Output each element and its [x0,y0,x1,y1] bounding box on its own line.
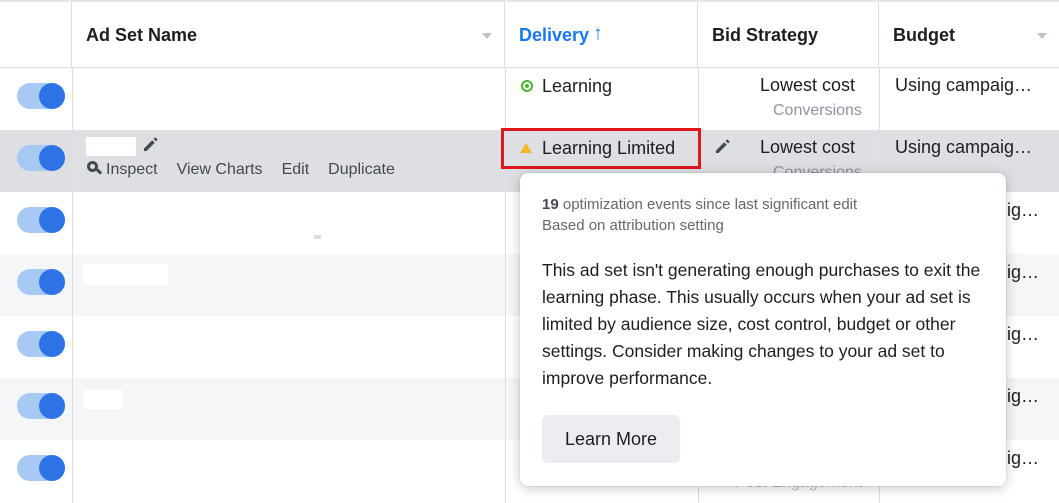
budget-value: ig… [1007,448,1040,468]
header-delivery-label: Delivery [519,24,590,45]
learning-limited-tooltip: 19 optimization events since last signif… [520,173,1006,486]
header-ad-set-name-label: Ad Set Name [86,24,198,45]
ad-set-toggle[interactable] [17,207,65,233]
header-toggle-column [0,2,72,68]
budget-value: Using campaig… [895,75,1033,95]
toggle-knob [39,393,65,419]
column-divider [72,68,73,503]
chevron-down-icon[interactable] [1037,33,1047,39]
toggle-knob [39,83,65,109]
redacted-ad-set-name [86,137,136,156]
edit-pencil-icon[interactable] [714,137,732,155]
chevron-down-icon[interactable] [482,33,492,39]
row-actions: Inspect View Charts Edit Duplicate [86,160,414,179]
ad-set-toggle[interactable] [17,455,65,481]
edit-link[interactable]: Edit [282,161,310,179]
events-count: 19 [542,196,559,213]
bid-strategy-value: Lowest cost [760,137,856,157]
budget-value: Using campaig… [895,137,1033,157]
attribution-text: Based on attribution setting [542,217,724,234]
header-budget[interactable]: Budget [879,2,1059,68]
highlight-annotation [501,128,701,169]
optimization-events-text: 19 optimization events since last signif… [542,196,857,213]
bid-strategy-sub: Conversions [773,102,862,119]
redacted-ad-set-name [83,264,168,285]
inspect-link[interactable]: Inspect [86,160,158,179]
header-delivery[interactable]: Delivery ↑ [505,2,698,68]
ad-set-toggle[interactable] [17,269,65,295]
ad-set-toggle[interactable] [17,331,65,357]
view-charts-link[interactable]: View Charts [177,161,263,179]
toggle-knob [39,207,65,233]
learning-status-icon [521,80,533,92]
budget-value: ig… [1007,200,1040,220]
bid-strategy-value: Lowest cost [760,75,856,95]
inspect-icon [86,160,103,176]
table-header: Ad Set Name Delivery ↑ Bid Strategy Budg… [0,0,1059,68]
edit-pencil-icon[interactable] [142,135,160,153]
header-budget-label: Budget [893,24,955,45]
ad-set-toggle[interactable] [17,145,65,171]
duplicate-link[interactable]: Duplicate [328,161,395,179]
budget-value: ig… [1007,324,1040,344]
events-label: optimization events since last significa… [558,196,858,213]
toggle-knob [39,269,65,295]
arrow-up-icon: ↑ [593,23,603,44]
tooltip-body: This ad set isn't generating enough purc… [542,260,981,388]
redacted-mark [314,235,321,239]
budget-value: ig… [1007,386,1040,406]
budget-value: ig… [1007,262,1040,282]
inspect-label: Inspect [106,161,158,178]
learn-more-button[interactable]: Learn More [542,415,680,463]
ad-set-toggle[interactable] [17,393,65,419]
redacted-ad-set-name [84,390,123,409]
ad-set-toggle[interactable] [17,83,65,109]
delivery-status: Learning [542,76,613,96]
header-bid-strategy[interactable]: Bid Strategy [698,2,879,68]
toggle-knob [39,331,65,357]
toggle-knob [39,455,65,481]
toggle-knob [39,145,65,171]
ad-sets-table: Ad Set Name Delivery ↑ Bid Strategy Budg… [0,0,1059,503]
header-bid-strategy-label: Bid Strategy [712,24,819,45]
header-ad-set-name[interactable]: Ad Set Name [72,2,505,68]
